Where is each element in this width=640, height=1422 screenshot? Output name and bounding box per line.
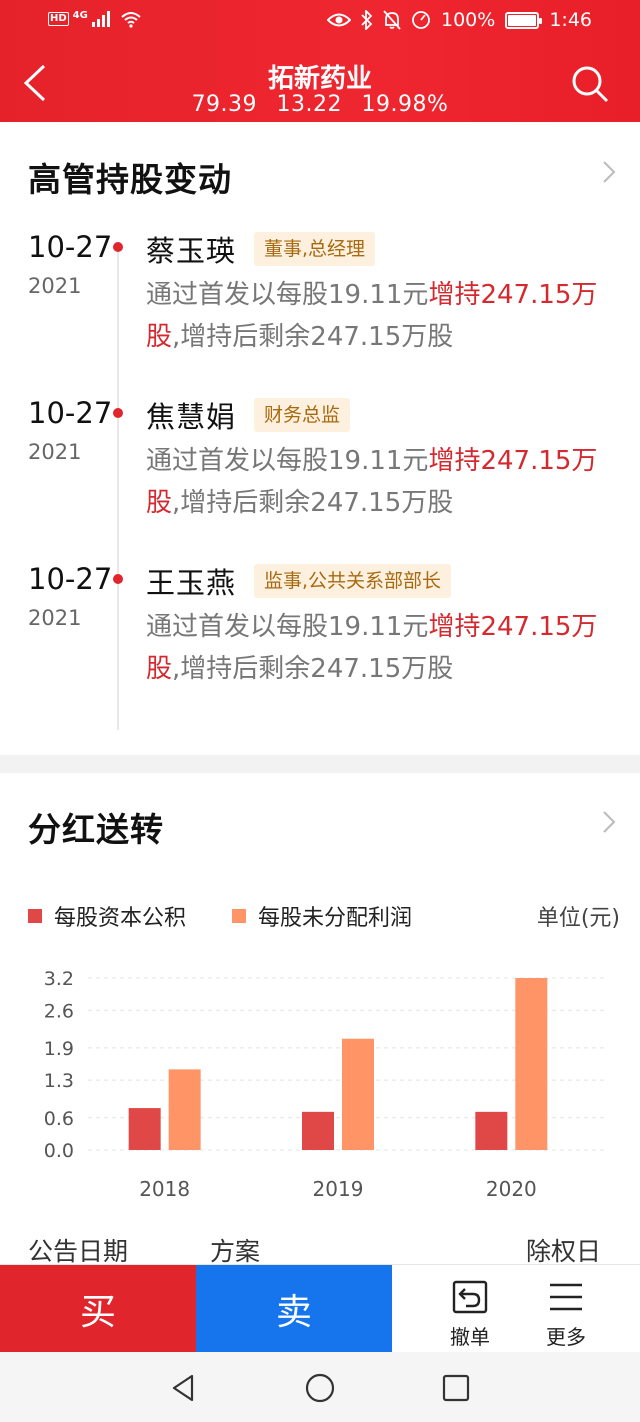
desc-text: 通过首发以每股19.11元	[146, 446, 429, 476]
exec-name: 焦慧娟	[146, 400, 237, 434]
nav-home-icon[interactable]	[300, 1368, 340, 1408]
entry-year: 2021	[28, 274, 82, 298]
network-type: 4G	[72, 9, 88, 21]
mute-bell-icon	[383, 10, 401, 30]
legend-swatch	[28, 909, 42, 923]
bar	[168, 1069, 201, 1150]
desc-text: ,增持后剩余247.15万股	[172, 488, 454, 518]
timeline-dot	[113, 408, 123, 418]
stock-change: 13.22	[276, 92, 343, 117]
status-bar: HD 4G 100% 1:46	[0, 0, 640, 44]
nav-back-icon[interactable]	[164, 1368, 204, 1408]
bluetooth-icon	[361, 10, 373, 30]
x-tick-label: 2018	[139, 1177, 190, 1201]
exec-entry[interactable]: 10-27 2021 王玉燕 监事,公共关系部部长 通过首发以每股19.11元增…	[0, 562, 640, 712]
dividend-table-header: 公告日期 方案 除权日	[0, 1232, 640, 1266]
search-icon[interactable]	[570, 64, 610, 104]
exec-role-badge: 董事,总经理	[254, 232, 376, 266]
x-tick-label: 2020	[486, 1177, 537, 1201]
dividend-section-title: 分红送转	[28, 810, 164, 849]
bar	[302, 1111, 334, 1150]
exec-entry[interactable]: 10-27 2021 焦慧娟 财务总监 通过首发以每股19.11元增持247.1…	[0, 396, 640, 546]
legend-item: 每股未分配利润	[232, 900, 412, 932]
desc-text: 通过首发以每股19.11元	[146, 280, 429, 310]
exec-name: 王玉燕	[146, 566, 237, 600]
exec-role-badge: 监事,公共关系部部长	[254, 564, 452, 598]
bar	[342, 1038, 374, 1150]
bar	[515, 978, 548, 1150]
legend-item: 每股资本公积	[28, 900, 186, 932]
stock-price: 79.39	[191, 92, 258, 117]
app-screen: HD 4G 100% 1:46 拓新药业 79.39 13.22 19.98% …	[0, 0, 640, 1422]
system-nav-bar	[0, 1352, 640, 1422]
signal-icon	[91, 11, 110, 27]
sell-button[interactable]: 卖	[196, 1265, 392, 1353]
more-button[interactable]: 更多	[516, 1265, 616, 1353]
eye-icon	[327, 13, 351, 27]
col-plan: 方案	[210, 1237, 261, 1266]
exec-change-desc: 通过首发以每股19.11元增持247.15万股,增持后剩余247.15万股	[146, 606, 616, 690]
exec-more-chevron-icon[interactable]	[602, 160, 616, 184]
y-tick-label: 1.9	[44, 1038, 74, 1060]
hd-indicator: HD	[48, 12, 69, 26]
stock-change-pct: 19.98%	[361, 92, 449, 117]
bar	[475, 1111, 508, 1150]
entry-date: 10-27	[28, 562, 113, 596]
exec-section-title: 高管持股变动	[28, 160, 232, 199]
entry-year: 2021	[28, 606, 82, 630]
dividend-more-chevron-icon[interactable]	[602, 810, 616, 834]
status-right: 100% 1:46	[327, 9, 592, 31]
col-announce-date: 公告日期	[28, 1237, 129, 1266]
undo-icon	[452, 1280, 488, 1314]
battery-percent: 100%	[441, 9, 496, 31]
entry-year: 2021	[28, 440, 82, 464]
clock: 1:46	[549, 9, 592, 31]
buy-button[interactable]: 买	[0, 1265, 196, 1353]
cancel-order-button[interactable]: 撤单	[420, 1265, 520, 1353]
stock-quote: 79.39 13.22 19.98%	[0, 92, 640, 117]
y-tick-label: 3.2	[44, 968, 74, 990]
trade-bar: 买 卖 撤单 更多	[0, 1264, 640, 1353]
timeline-dot	[113, 574, 123, 584]
legend-label: 每股未分配利润	[258, 906, 413, 931]
unit-label: 单位(元)	[536, 906, 620, 931]
legend-swatch	[232, 909, 246, 923]
exec-entry[interactable]: 10-27 2021 蔡玉瑛 董事,总经理 通过首发以每股19.11元增持247…	[0, 230, 640, 380]
y-tick-label: 0.6	[44, 1108, 74, 1130]
menu-icon	[550, 1283, 582, 1311]
exec-name: 蔡玉瑛	[146, 234, 237, 268]
exec-change-desc: 通过首发以每股19.11元增持247.15万股,增持后剩余247.15万股	[146, 440, 616, 524]
exec-role-badge: 财务总监	[254, 398, 351, 432]
speed-gauge-icon	[412, 11, 430, 29]
y-tick-label: 2.6	[44, 1000, 74, 1022]
cancel-order-label: 撤单	[450, 1325, 490, 1349]
bar	[128, 1108, 161, 1150]
nav-recents-icon[interactable]	[436, 1368, 476, 1408]
header: HD 4G 100% 1:46 拓新药业 79.39 13.22 19.98%	[0, 0, 640, 122]
desc-text: ,增持后剩余247.15万股	[172, 654, 454, 684]
desc-text: 通过首发以每股19.11元	[146, 612, 429, 642]
desc-text: ,增持后剩余247.15万股	[172, 322, 454, 352]
exec-change-desc: 通过首发以每股19.11元增持247.15万股,增持后剩余247.15万股	[146, 274, 616, 358]
section-divider	[0, 755, 640, 773]
y-tick-label: 1.3	[44, 1070, 74, 1092]
col-ex-date: 除权日	[526, 1237, 602, 1266]
status-left: HD 4G	[48, 10, 142, 28]
battery-icon	[505, 11, 543, 29]
dividend-bar-chart: 0.0 0.6 1.3 1.9 2.6 3.2 2018 2019 2020	[44, 968, 608, 1201]
entry-date: 10-27	[28, 230, 113, 264]
wifi-icon	[121, 12, 141, 28]
entry-date: 10-27	[28, 396, 113, 430]
timeline-dot	[113, 242, 123, 252]
legend-label: 每股资本公积	[54, 906, 187, 931]
y-tick-label: 0.0	[44, 1140, 74, 1162]
more-label: 更多	[546, 1325, 586, 1349]
stock-name: 拓新药业	[267, 64, 372, 94]
x-tick-label: 2019	[313, 1177, 364, 1201]
